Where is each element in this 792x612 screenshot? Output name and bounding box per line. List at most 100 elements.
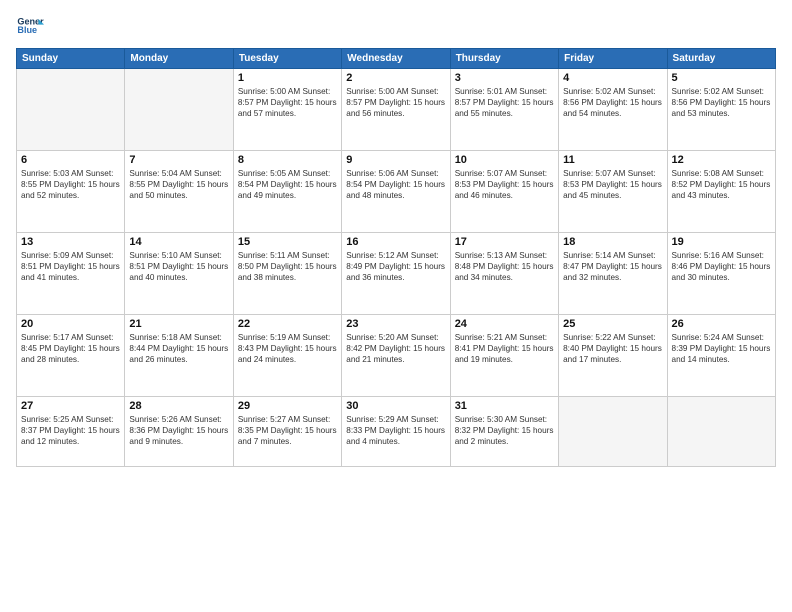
weekday-header-friday: Friday (559, 49, 667, 69)
logo: General Blue (16, 12, 44, 40)
day-number: 8 (238, 154, 337, 166)
day-number: 4 (563, 72, 662, 84)
calendar-cell: 18 Sunrise: 5:14 AM Sunset: 8:47 PM Dayli… (559, 233, 667, 315)
day-info: Sunrise: 5:05 AM Sunset: 8:54 PM Dayligh… (238, 168, 337, 201)
day-info: Sunrise: 5:30 AM Sunset: 8:32 PM Dayligh… (455, 414, 554, 447)
weekday-header-saturday: Saturday (667, 49, 775, 69)
day-info: Sunrise: 5:18 AM Sunset: 8:44 PM Dayligh… (129, 332, 228, 365)
calendar-cell: 22 Sunrise: 5:19 AM Sunset: 8:43 PM Dayli… (233, 315, 341, 397)
calendar-cell: 7 Sunrise: 5:04 AM Sunset: 8:55 PM Daylig… (125, 151, 233, 233)
calendar-cell (125, 69, 233, 151)
week-row-1: 1 Sunrise: 5:00 AM Sunset: 8:57 PM Daylig… (17, 69, 776, 151)
calendar-cell: 4 Sunrise: 5:02 AM Sunset: 8:56 PM Daylig… (559, 69, 667, 151)
day-info: Sunrise: 5:02 AM Sunset: 8:56 PM Dayligh… (563, 86, 662, 119)
day-info: Sunrise: 5:26 AM Sunset: 8:36 PM Dayligh… (129, 414, 228, 447)
day-info: Sunrise: 5:14 AM Sunset: 8:47 PM Dayligh… (563, 250, 662, 283)
calendar-cell: 10Sunrise: 5:07 AM Sunset: 8:53 PM Dayli… (450, 151, 558, 233)
day-number: 20 (21, 318, 120, 330)
day-info: Sunrise: 5:13 AM Sunset: 8:48 PM Dayligh… (455, 250, 554, 283)
day-info: Sunrise: 5:03 AM Sunset: 8:55 PM Dayligh… (21, 168, 120, 201)
weekday-header-monday: Monday (125, 49, 233, 69)
day-number: 27 (21, 400, 120, 412)
day-number: 3 (455, 72, 554, 84)
calendar-cell (667, 397, 775, 467)
calendar-cell: 6 Sunrise: 5:03 AM Sunset: 8:55 PM Daylig… (17, 151, 125, 233)
calendar-table: SundayMondayTuesdayWednesdayThursdayFrid… (16, 48, 776, 467)
calendar-cell: 14 Sunrise: 5:10 AM Sunset: 8:51 PM Dayli… (125, 233, 233, 315)
day-number: 17 (455, 236, 554, 248)
weekday-header-tuesday: Tuesday (233, 49, 341, 69)
calendar-cell (17, 69, 125, 151)
day-number: 23 (346, 318, 445, 330)
calendar-cell: 17 Sunrise: 5:13 AM Sunset: 8:48 PM Dayli… (450, 233, 558, 315)
calendar-cell: 3 Sunrise: 5:01 AM Sunset: 8:57 PM Daylig… (450, 69, 558, 151)
weekday-header-row: SundayMondayTuesdayWednesdayThursdayFrid… (17, 49, 776, 69)
day-number: 15 (238, 236, 337, 248)
svg-text:Blue: Blue (17, 25, 37, 35)
day-number: 30 (346, 400, 445, 412)
day-number: 24 (455, 318, 554, 330)
calendar-cell: 16Sunrise: 5:12 AM Sunset: 8:49 PM Dayli… (342, 233, 450, 315)
weekday-header-sunday: Sunday (17, 49, 125, 69)
calendar-cell: 31 Sunrise: 5:30 AM Sunset: 8:32 PM Dayli… (450, 397, 558, 467)
calendar-cell: 26Sunrise: 5:24 AM Sunset: 8:39 PM Dayli… (667, 315, 775, 397)
day-info: Sunrise: 5:00 AM Sunset: 8:57 PM Dayligh… (346, 86, 445, 119)
calendar-cell: 2Sunrise: 5:00 AM Sunset: 8:57 PM Daylig… (342, 69, 450, 151)
day-number: 26 (672, 318, 771, 330)
day-number: 1 (238, 72, 337, 84)
day-number: 13 (21, 236, 120, 248)
day-number: 6 (21, 154, 120, 166)
day-number: 31 (455, 400, 554, 412)
calendar-cell: 8 Sunrise: 5:05 AM Sunset: 8:54 PM Daylig… (233, 151, 341, 233)
day-number: 14 (129, 236, 228, 248)
calendar-cell: 23Sunrise: 5:20 AM Sunset: 8:42 PM Dayli… (342, 315, 450, 397)
day-info: Sunrise: 5:22 AM Sunset: 8:40 PM Dayligh… (563, 332, 662, 365)
day-number: 11 (563, 154, 662, 166)
calendar-cell: 30 Sunrise: 5:29 AM Sunset: 8:33 PM Dayli… (342, 397, 450, 467)
day-info: Sunrise: 5:00 AM Sunset: 8:57 PM Dayligh… (238, 86, 337, 119)
day-info: Sunrise: 5:08 AM Sunset: 8:52 PM Dayligh… (672, 168, 771, 201)
day-info: Sunrise: 5:01 AM Sunset: 8:57 PM Dayligh… (455, 86, 554, 119)
calendar-cell: 19Sunrise: 5:16 AM Sunset: 8:46 PM Dayli… (667, 233, 775, 315)
weekday-header-wednesday: Wednesday (342, 49, 450, 69)
day-number: 28 (129, 400, 228, 412)
calendar-cell: 12 Sunrise: 5:08 AM Sunset: 8:52 PM Dayli… (667, 151, 775, 233)
day-number: 16 (346, 236, 445, 248)
day-info: Sunrise: 5:27 AM Sunset: 8:35 PM Dayligh… (238, 414, 337, 447)
day-info: Sunrise: 5:09 AM Sunset: 8:51 PM Dayligh… (21, 250, 120, 283)
calendar-cell: 28 Sunrise: 5:26 AM Sunset: 8:36 PM Dayli… (125, 397, 233, 467)
day-number: 21 (129, 318, 228, 330)
calendar-cell: 27Sunrise: 5:25 AM Sunset: 8:37 PM Dayli… (17, 397, 125, 467)
week-row-2: 6 Sunrise: 5:03 AM Sunset: 8:55 PM Daylig… (17, 151, 776, 233)
day-info: Sunrise: 5:06 AM Sunset: 8:54 PM Dayligh… (346, 168, 445, 201)
day-info: Sunrise: 5:19 AM Sunset: 8:43 PM Dayligh… (238, 332, 337, 365)
week-row-5: 27Sunrise: 5:25 AM Sunset: 8:37 PM Dayli… (17, 397, 776, 467)
calendar-page: General Blue SundayMondayTuesdayWednesda… (0, 0, 792, 612)
day-number: 9 (346, 154, 445, 166)
day-number: 25 (563, 318, 662, 330)
calendar-cell: 20Sunrise: 5:17 AM Sunset: 8:45 PM Dayli… (17, 315, 125, 397)
day-number: 7 (129, 154, 228, 166)
day-number: 19 (672, 236, 771, 248)
day-info: Sunrise: 5:29 AM Sunset: 8:33 PM Dayligh… (346, 414, 445, 447)
calendar-cell: 13 Sunrise: 5:09 AM Sunset: 8:51 PM Dayli… (17, 233, 125, 315)
day-info: Sunrise: 5:21 AM Sunset: 8:41 PM Dayligh… (455, 332, 554, 365)
day-info: Sunrise: 5:02 AM Sunset: 8:56 PM Dayligh… (672, 86, 771, 119)
weekday-header-thursday: Thursday (450, 49, 558, 69)
calendar-cell: 15 Sunrise: 5:11 AM Sunset: 8:50 PM Dayli… (233, 233, 341, 315)
day-info: Sunrise: 5:10 AM Sunset: 8:51 PM Dayligh… (129, 250, 228, 283)
day-number: 12 (672, 154, 771, 166)
calendar-cell: 9 Sunrise: 5:06 AM Sunset: 8:54 PM Daylig… (342, 151, 450, 233)
calendar-cell: 11 Sunrise: 5:07 AM Sunset: 8:53 PM Dayli… (559, 151, 667, 233)
day-number: 18 (563, 236, 662, 248)
logo-icon: General Blue (16, 12, 44, 40)
day-info: Sunrise: 5:07 AM Sunset: 8:53 PM Dayligh… (563, 168, 662, 201)
day-number: 5 (672, 72, 771, 84)
calendar-cell: 5 Sunrise: 5:02 AM Sunset: 8:56 PM Daylig… (667, 69, 775, 151)
day-number: 22 (238, 318, 337, 330)
day-info: Sunrise: 5:11 AM Sunset: 8:50 PM Dayligh… (238, 250, 337, 283)
week-row-3: 13 Sunrise: 5:09 AM Sunset: 8:51 PM Dayli… (17, 233, 776, 315)
calendar-cell (559, 397, 667, 467)
day-number: 10 (455, 154, 554, 166)
day-info: Sunrise: 5:04 AM Sunset: 8:55 PM Dayligh… (129, 168, 228, 201)
